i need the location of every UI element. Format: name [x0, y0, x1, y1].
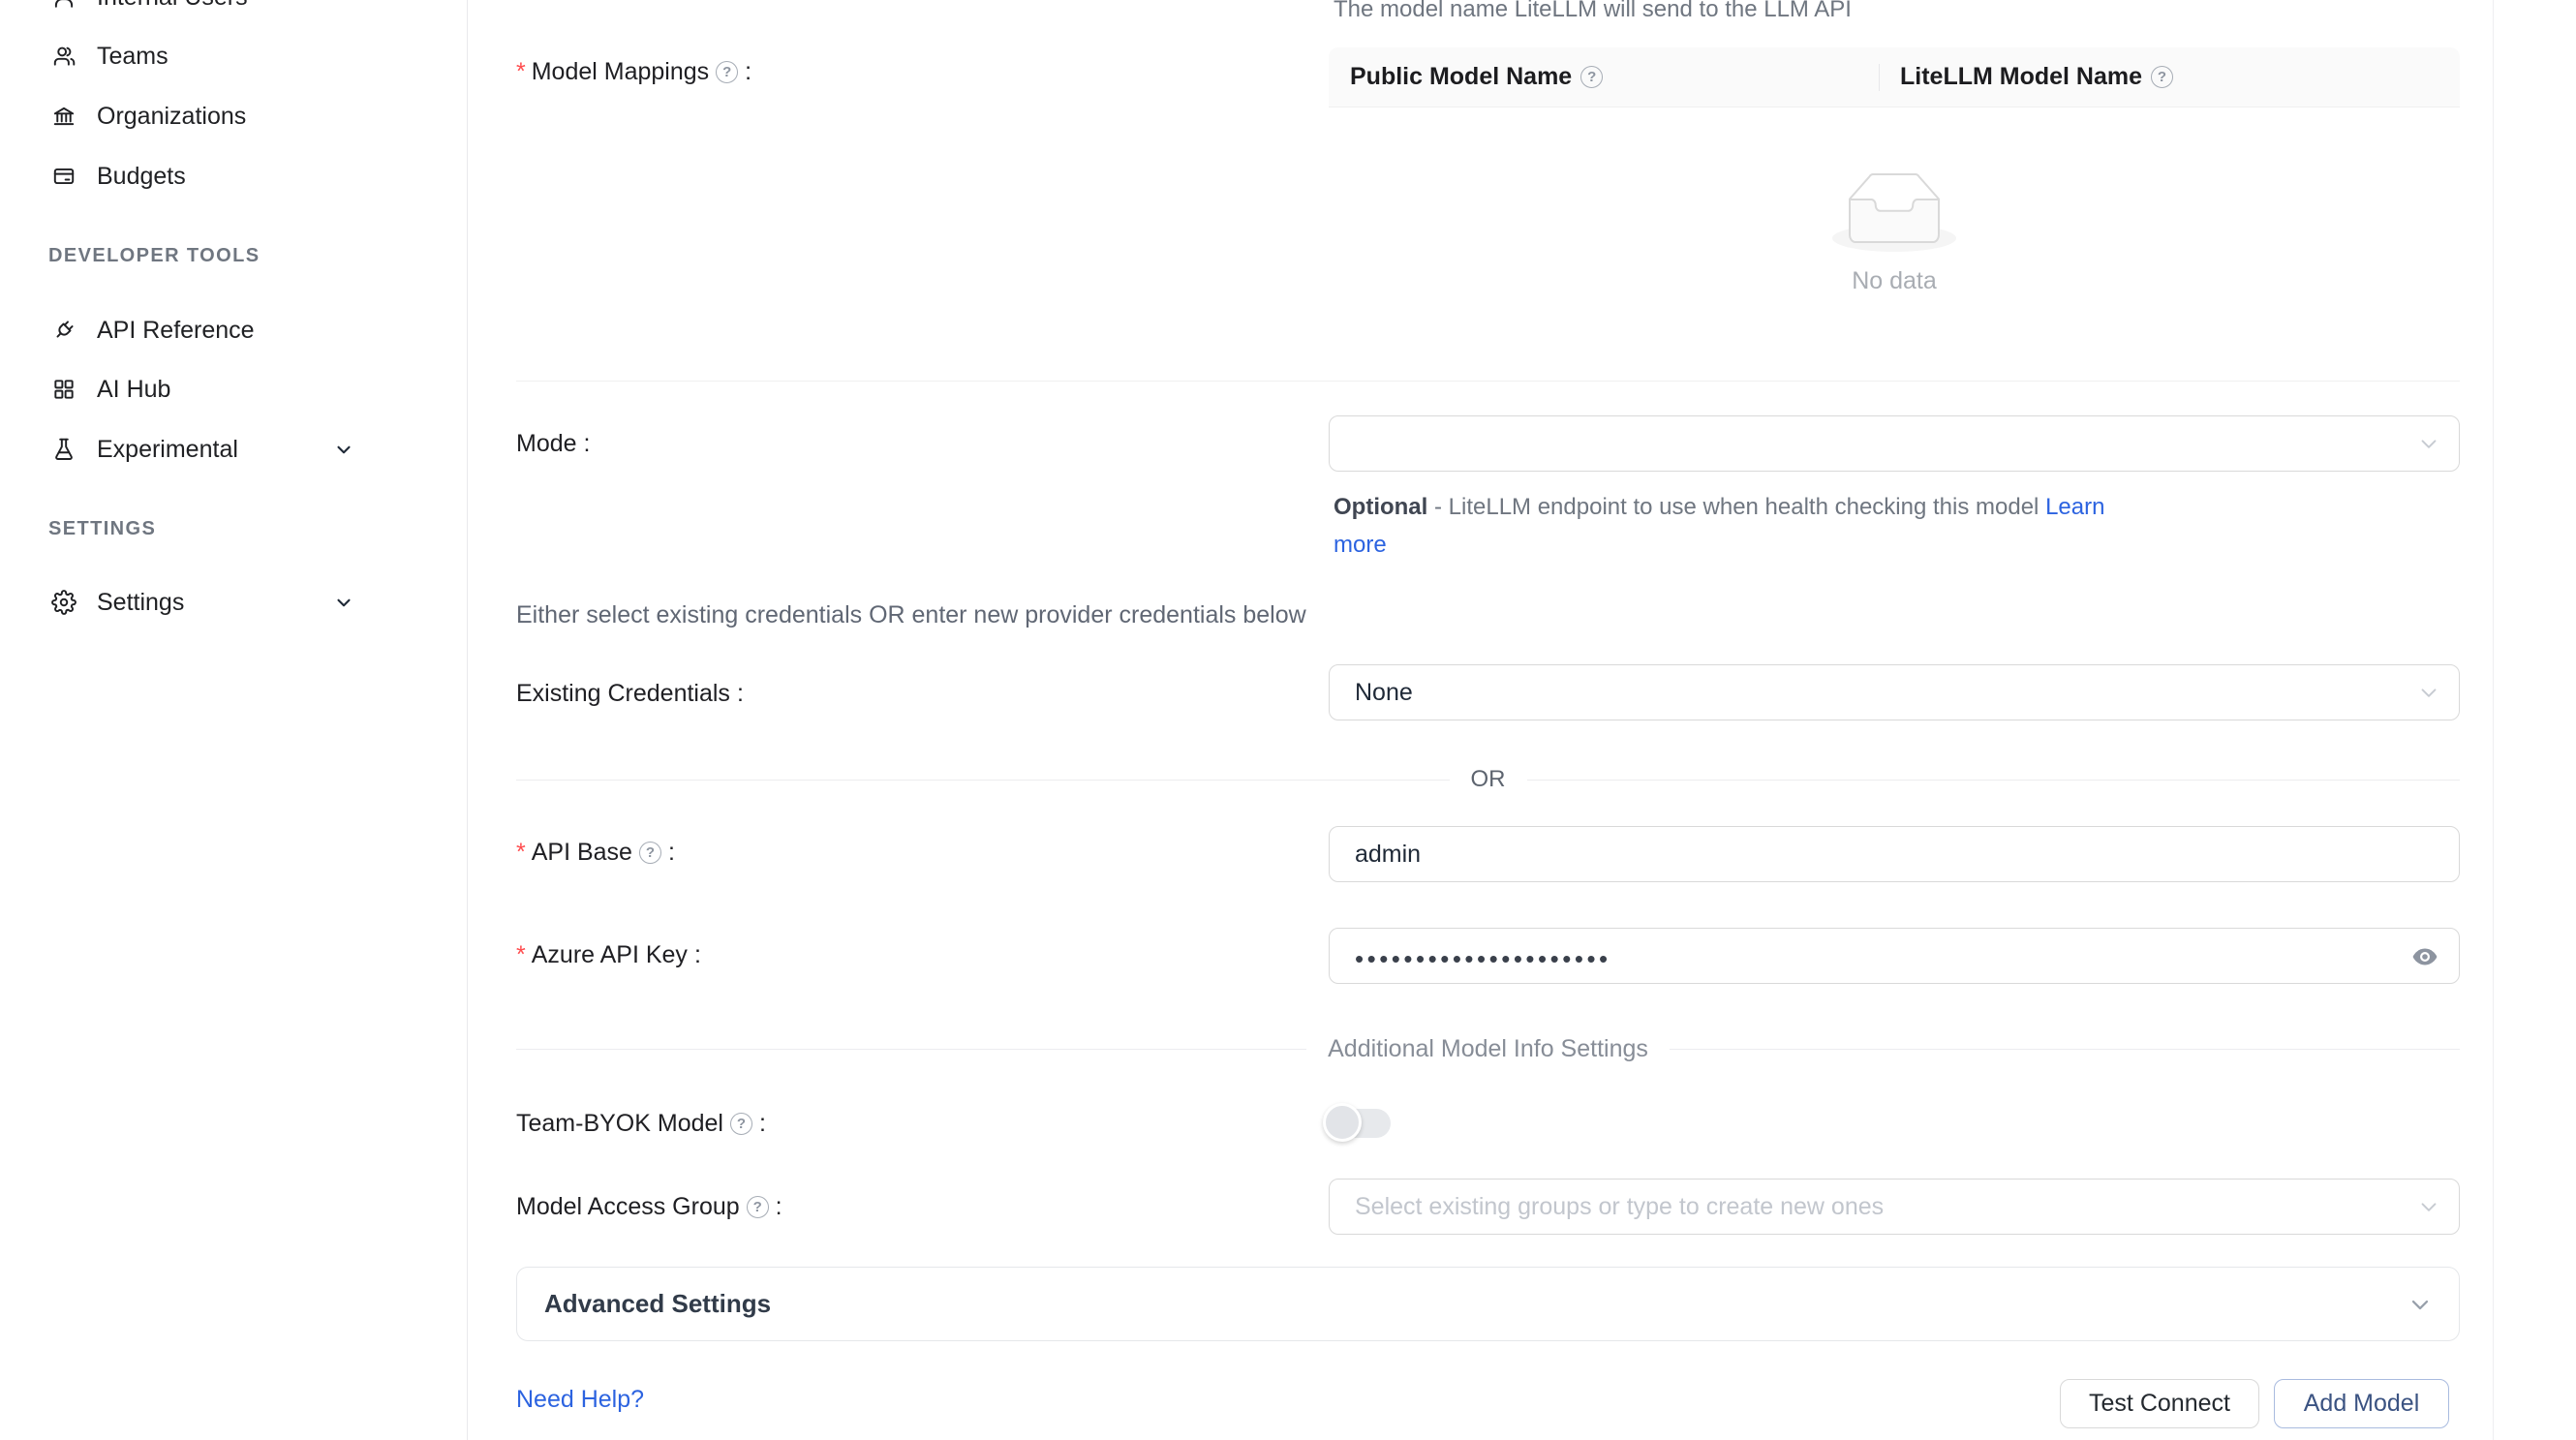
- users-icon: [51, 44, 77, 69]
- chevron-down-icon: [2416, 431, 2441, 456]
- sidebar-item-label: AI Hub: [97, 376, 170, 404]
- plug-icon: [51, 318, 77, 343]
- help-circle-icon[interactable]: ?: [2151, 66, 2173, 88]
- sidebar-item-organizations[interactable]: Organizations: [0, 95, 468, 138]
- sidebar-item-internal-users[interactable]: Internal Users: [0, 0, 468, 18]
- existing-credentials-label: Existing Credentials :: [516, 677, 744, 710]
- model-name-help-text: The model name LiteLLM will send to the …: [1334, 0, 1852, 23]
- sidebar-item-settings[interactable]: Settings: [0, 581, 468, 624]
- sidebar-item-label: Settings: [97, 589, 184, 617]
- advanced-settings-title: Advanced Settings: [544, 1289, 771, 1319]
- azure-api-key-input[interactable]: •••••••••••••••••••••: [1329, 928, 2460, 984]
- api-base-label: * API Base ? :: [516, 836, 675, 869]
- section-divider-line: [516, 381, 2460, 382]
- additional-info-divider: Additional Model Info Settings: [516, 1032, 2460, 1065]
- user-icon: [51, 0, 77, 10]
- required-asterisk: *: [516, 839, 526, 867]
- table-empty-state: No data: [1329, 107, 2460, 359]
- flask-icon: [51, 437, 77, 462]
- advanced-settings-panel[interactable]: Advanced Settings: [516, 1267, 2460, 1341]
- no-data-text: No data: [1852, 267, 1937, 295]
- empty-box-icon: [1832, 172, 1956, 252]
- required-asterisk: *: [516, 58, 526, 86]
- required-asterisk: *: [516, 941, 526, 969]
- chevron-down-icon: [2416, 1194, 2441, 1219]
- sidebar-item-label: Experimental: [97, 436, 238, 464]
- help-circle-icon[interactable]: ?: [716, 61, 738, 83]
- help-circle-icon[interactable]: ?: [639, 842, 661, 864]
- model-mappings-table: Public Model Name ? LiteLLM Model Name ?…: [1329, 47, 2460, 359]
- sidebar-item-label: API Reference: [97, 317, 255, 345]
- sidebar: Internal Users Teams Organizations Budge…: [0, 0, 468, 1440]
- sidebar-item-api-reference[interactable]: API Reference: [0, 309, 468, 352]
- sidebar-item-label: Budgets: [97, 163, 186, 191]
- sidebar-item-budgets[interactable]: Budgets: [0, 155, 468, 198]
- sidebar-item-ai-hub[interactable]: AI Hub: [0, 368, 468, 411]
- help-circle-icon[interactable]: ?: [747, 1196, 769, 1218]
- mode-label: Mode :: [516, 427, 591, 460]
- api-base-value: admin: [1355, 841, 1421, 869]
- table-header-public-model-name: Public Model Name ?: [1329, 63, 1879, 91]
- existing-credentials-select[interactable]: None: [1329, 664, 2460, 720]
- sidebar-section-settings: SETTINGS: [48, 518, 156, 540]
- chevron-down-icon: [2416, 680, 2441, 705]
- sidebar-item-label: Organizations: [97, 103, 246, 131]
- chevron-down-icon: [333, 592, 354, 613]
- table-header-row: Public Model Name ? LiteLLM Model Name ?: [1329, 47, 2460, 107]
- sidebar-item-teams[interactable]: Teams: [0, 35, 468, 77]
- model-mappings-label: * Model Mappings ? :: [516, 55, 751, 88]
- help-circle-icon[interactable]: ?: [1580, 66, 1603, 88]
- sidebar-item-experimental[interactable]: Experimental: [0, 428, 468, 471]
- grid-icon: [51, 377, 77, 402]
- table-header-litellm-model-name: LiteLLM Model Name ?: [1879, 63, 2173, 91]
- masked-password-value: •••••••••••••••••••••: [1355, 940, 1611, 971]
- mode-help-text: Optional - LiteLLM endpoint to use when …: [1334, 488, 2108, 564]
- or-divider: OR: [516, 765, 2460, 794]
- model-access-group-label: Model Access Group ? :: [516, 1190, 782, 1223]
- sidebar-section-developer-tools: DEVELOPER TOOLS: [48, 245, 260, 267]
- existing-credentials-value: None: [1355, 679, 1413, 707]
- eye-icon[interactable]: [2410, 942, 2439, 971]
- need-help-link[interactable]: Need Help?: [516, 1386, 644, 1414]
- sidebar-item-label: Internal Users: [97, 0, 248, 12]
- column-divider: [1879, 64, 1880, 91]
- sidebar-item-label: Teams: [97, 43, 169, 71]
- add-model-button[interactable]: Add Model: [2274, 1379, 2449, 1428]
- chevron-down-icon: [2407, 1291, 2434, 1318]
- credit-card-icon: [51, 164, 77, 189]
- model-access-group-select[interactable]: Select existing groups or type to create…: [1329, 1179, 2460, 1235]
- credentials-note: Either select existing credentials OR en…: [516, 601, 1306, 629]
- help-circle-icon[interactable]: ?: [730, 1113, 752, 1135]
- api-base-input[interactable]: admin: [1329, 826, 2460, 882]
- gear-icon: [51, 590, 77, 615]
- content-right-border: [2493, 0, 2494, 1440]
- test-connect-button[interactable]: Test Connect: [2060, 1379, 2259, 1428]
- azure-api-key-label: * Azure API Key :: [516, 938, 701, 971]
- bank-icon: [51, 104, 77, 129]
- team-byok-toggle[interactable]: [1323, 1103, 1396, 1144]
- model-access-group-placeholder: Select existing groups or type to create…: [1355, 1193, 1884, 1221]
- mode-select[interactable]: [1329, 415, 2460, 472]
- toggle-knob: [1323, 1103, 1362, 1142]
- team-byok-label: Team-BYOK Model ? :: [516, 1107, 766, 1140]
- chevron-down-icon: [333, 439, 354, 460]
